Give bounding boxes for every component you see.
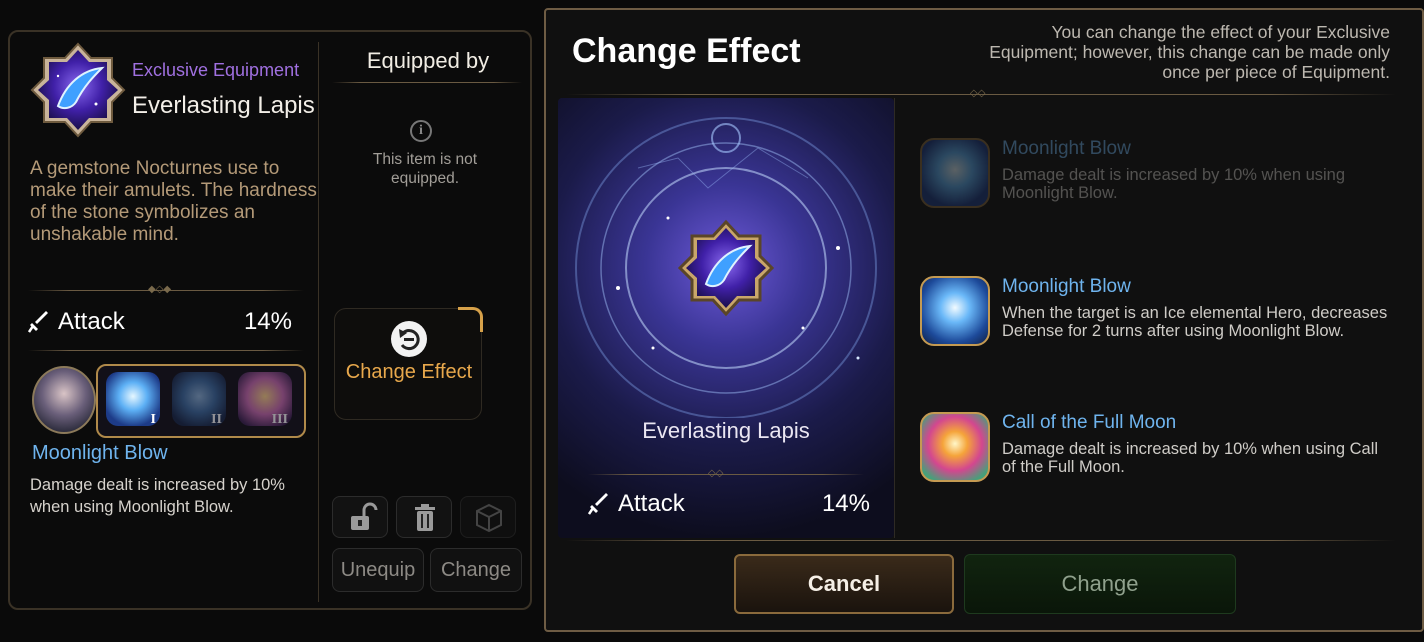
confirm-change-button[interactable]: Change: [964, 554, 1236, 614]
stat-value: 14%: [821, 490, 870, 517]
modal-note: You can change the effect of your Exclus…: [989, 22, 1390, 82]
equipment-type-label: Exclusive Equipment: [132, 60, 300, 80]
cancel-button[interactable]: Cancel: [734, 554, 954, 614]
moonlight-blow-icon[interactable]: I: [106, 372, 160, 427]
moonlight-blow-icon: [920, 138, 990, 208]
magic-circle-art: [575, 117, 877, 418]
moonlight-blow-alt-icon[interactable]: II: [172, 372, 226, 427]
equipment-name: Everlasting Lapis: [132, 92, 315, 119]
selected-skill-name: Moonlight Blow: [32, 442, 168, 464]
change-effect-button[interactable]: Change Effect: [334, 307, 483, 420]
skill-selector: I II III: [96, 364, 306, 438]
divider: [332, 82, 522, 83]
lock-button[interactable]: [332, 496, 388, 538]
change-effect-label: Change Effect: [345, 361, 473, 383]
change-button[interactable]: Change: [430, 548, 522, 592]
info-icon: i: [410, 120, 432, 142]
skill-numeral: I: [150, 412, 156, 427]
effect-description: When the target is an Ice elemental Hero…: [1002, 304, 1388, 340]
equipment-artwork-card: Everlasting Lapis ◇◇ Attack 14%: [558, 98, 894, 538]
modal-title: Change Effect: [572, 32, 801, 70]
divider-ornament: ◇◇: [708, 468, 724, 479]
extract-button[interactable]: [460, 496, 516, 538]
effect-title: Moonlight Blow: [1002, 138, 1131, 159]
equipment-description: A gemstone Nocturnes use to make their a…: [30, 158, 317, 245]
stat-value: 14%: [243, 308, 292, 335]
sword-icon: [588, 493, 608, 515]
equipped-by-title: Equipped by: [366, 48, 490, 73]
full-moon-icon: [920, 412, 990, 482]
divider-ornament: ◆◇◆: [148, 284, 172, 295]
panel-separator: [318, 42, 319, 602]
divider: [28, 350, 304, 351]
unlock-icon: [351, 502, 378, 530]
divider: [566, 540, 1396, 541]
artwork-attack-stat: Attack 14%: [588, 490, 870, 520]
full-moon-icon[interactable]: III: [238, 372, 292, 427]
cube-icon: [476, 503, 502, 533]
hero-avatar[interactable]: [32, 366, 96, 434]
trash-icon: [415, 504, 435, 531]
corner-ornament: [458, 307, 483, 332]
attack-stat-row: Attack 14%: [28, 308, 292, 338]
equipment-icon: [28, 40, 128, 140]
sword-icon: [28, 311, 48, 333]
stat-label: Attack: [618, 490, 685, 517]
effect-option-1: Moonlight Blow Damage dealt is increased…: [920, 138, 1390, 228]
artwork-item-name: Everlasting Lapis: [642, 418, 810, 443]
effect-title: Call of the Full Moon: [1002, 412, 1177, 433]
equipment-detail-panel: Exclusive Equipment Everlasting Lapis A …: [8, 30, 532, 610]
effect-option-2[interactable]: Moonlight Blow When the target is an Ice…: [920, 276, 1390, 366]
delete-button[interactable]: [396, 496, 452, 538]
effect-title: Moonlight Blow: [1002, 276, 1131, 297]
not-equipped-text: This item is not equipped.: [372, 151, 478, 187]
stat-label: Attack: [58, 308, 125, 335]
divider-ornament: ◇◇: [970, 88, 986, 99]
divider: [588, 474, 864, 475]
moonlight-blow-icon: [920, 276, 990, 346]
change-effect-modal: Change Effect You can change the effect …: [544, 8, 1424, 632]
selected-skill-description: Damage dealt is increased by 10% when us…: [30, 476, 285, 516]
modal-separator: [894, 98, 895, 538]
unequip-button[interactable]: Unequip: [332, 548, 424, 592]
effect-option-3[interactable]: Call of the Full Moon Damage dealt is in…: [920, 412, 1390, 502]
effect-description: Damage dealt is increased by 10% when us…: [1002, 166, 1346, 202]
skill-numeral: II: [211, 412, 222, 427]
effect-description: Damage dealt is increased by 10% when us…: [1002, 440, 1379, 476]
skill-numeral: III: [271, 412, 288, 427]
undo-icon: [391, 321, 427, 357]
